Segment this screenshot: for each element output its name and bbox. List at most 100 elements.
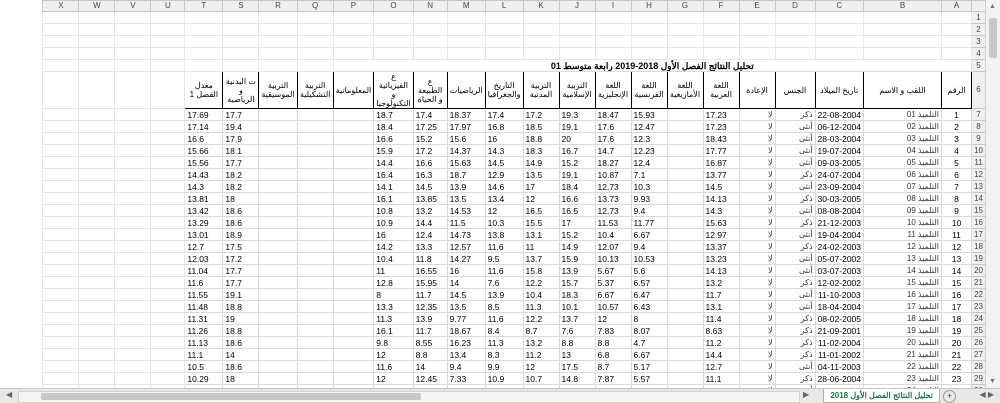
- cell[interactable]: [558, 47, 596, 60]
- cell[interactable]: [42, 276, 80, 289]
- cell[interactable]: [42, 336, 80, 349]
- scroll-left-icon[interactable]: ◀: [6, 390, 12, 399]
- cell[interactable]: [150, 360, 186, 373]
- column-title[interactable]: اللغة الأمازيغية: [666, 71, 704, 109]
- cell[interactable]: [78, 132, 116, 145]
- column-header[interactable]: T: [184, 0, 224, 12]
- cell[interactable]: [296, 144, 334, 157]
- cell[interactable]: 11.7: [702, 288, 740, 301]
- cell[interactable]: [150, 372, 186, 385]
- cell[interactable]: [332, 360, 375, 373]
- cell[interactable]: 14: [446, 276, 486, 289]
- cell[interactable]: التلميذ 10: [863, 216, 942, 229]
- cell[interactable]: [738, 23, 776, 36]
- cell[interactable]: 9.4: [630, 240, 668, 253]
- cell[interactable]: 13.7: [558, 312, 596, 325]
- cell[interactable]: 18.8: [222, 324, 260, 337]
- cell[interactable]: [78, 348, 116, 361]
- cell[interactable]: 9.5: [484, 252, 524, 265]
- cell[interactable]: 14.73: [446, 228, 486, 241]
- cell[interactable]: [78, 168, 116, 181]
- cell[interactable]: 11.48: [184, 300, 224, 313]
- cell[interactable]: [258, 11, 298, 24]
- cell[interactable]: لا: [738, 108, 776, 121]
- cell[interactable]: [666, 240, 704, 253]
- cell[interactable]: 15.63: [446, 156, 486, 169]
- cell[interactable]: [42, 324, 80, 337]
- cell[interactable]: [150, 180, 186, 193]
- cell[interactable]: 11.77: [630, 216, 668, 229]
- column-header[interactable]: E: [738, 0, 776, 12]
- cell[interactable]: أنثى: [774, 204, 816, 217]
- cell[interactable]: 17.77: [702, 144, 740, 157]
- cell[interactable]: 6: [941, 168, 972, 181]
- cell[interactable]: 10.29: [184, 372, 224, 385]
- cell[interactable]: [42, 23, 80, 36]
- cell[interactable]: 11.2: [522, 348, 560, 361]
- cell[interactable]: [78, 264, 116, 277]
- cell[interactable]: 8.55: [412, 336, 448, 349]
- cell[interactable]: 15.9: [558, 252, 596, 265]
- cell[interactable]: [114, 108, 152, 121]
- cell[interactable]: [42, 216, 80, 229]
- cell[interactable]: [184, 23, 224, 36]
- cell[interactable]: 14.43: [184, 168, 224, 181]
- cell[interactable]: ذكر: [774, 348, 816, 361]
- cell[interactable]: لا: [738, 168, 776, 181]
- cell[interactable]: ذكر: [774, 216, 816, 229]
- cell[interactable]: [863, 35, 942, 48]
- cell[interactable]: 12.8: [373, 276, 414, 289]
- cell[interactable]: [184, 11, 224, 24]
- cell[interactable]: [412, 35, 448, 48]
- cell[interactable]: [42, 71, 80, 109]
- cell[interactable]: 23: [941, 372, 972, 385]
- cell[interactable]: [150, 144, 186, 157]
- column-header[interactable]: C: [814, 0, 865, 12]
- cell[interactable]: 15.6: [446, 132, 486, 145]
- cell[interactable]: 12.7: [702, 360, 740, 373]
- cell[interactable]: [296, 23, 334, 36]
- cell[interactable]: [296, 120, 334, 133]
- cell[interactable]: [150, 324, 186, 337]
- cell[interactable]: أنثى: [774, 288, 816, 301]
- cell[interactable]: 06-12-2004: [814, 120, 865, 133]
- row-number[interactable]: 21: [971, 276, 986, 289]
- cell[interactable]: 5: [941, 156, 972, 169]
- cell[interactable]: 11.8: [412, 252, 448, 265]
- cell[interactable]: [863, 11, 942, 24]
- cell[interactable]: 15.93: [630, 108, 668, 121]
- cell[interactable]: 11.3: [373, 312, 414, 325]
- cell[interactable]: [42, 348, 80, 361]
- cell[interactable]: 12: [594, 312, 632, 325]
- cell[interactable]: 9.4: [446, 360, 486, 373]
- cell[interactable]: 18.6: [222, 216, 260, 229]
- cell[interactable]: أنثى: [774, 132, 816, 145]
- cell[interactable]: [296, 11, 334, 24]
- cell[interactable]: [412, 11, 448, 24]
- horizontal-scrollbar[interactable]: [18, 391, 800, 403]
- cell[interactable]: [332, 324, 375, 337]
- cell[interactable]: [296, 108, 334, 121]
- cell[interactable]: [666, 144, 704, 157]
- cell[interactable]: [666, 216, 704, 229]
- cell[interactable]: [446, 11, 486, 24]
- cell[interactable]: 13.9: [484, 288, 524, 301]
- cell[interactable]: 24-07-2004: [814, 168, 865, 181]
- cell[interactable]: 8: [941, 192, 972, 205]
- column-header[interactable]: K: [522, 0, 560, 12]
- cell[interactable]: [666, 228, 704, 241]
- sheet-nav-icon[interactable]: ◀ ▶: [979, 390, 994, 399]
- row-number[interactable]: 22: [971, 288, 986, 301]
- cell[interactable]: 18.5: [522, 120, 560, 133]
- cell[interactable]: 13.9: [558, 264, 596, 277]
- cell[interactable]: 14.1: [373, 180, 414, 193]
- cell[interactable]: [332, 336, 375, 349]
- column-header[interactable]: R: [258, 0, 298, 12]
- cell[interactable]: 11.6: [484, 264, 524, 277]
- cell[interactable]: [666, 300, 704, 313]
- cell[interactable]: 12.4: [412, 228, 448, 241]
- cell[interactable]: 10.5: [184, 360, 224, 373]
- cell[interactable]: [666, 168, 704, 181]
- cell[interactable]: 16.6: [184, 132, 224, 145]
- cell[interactable]: 14.5: [446, 288, 486, 301]
